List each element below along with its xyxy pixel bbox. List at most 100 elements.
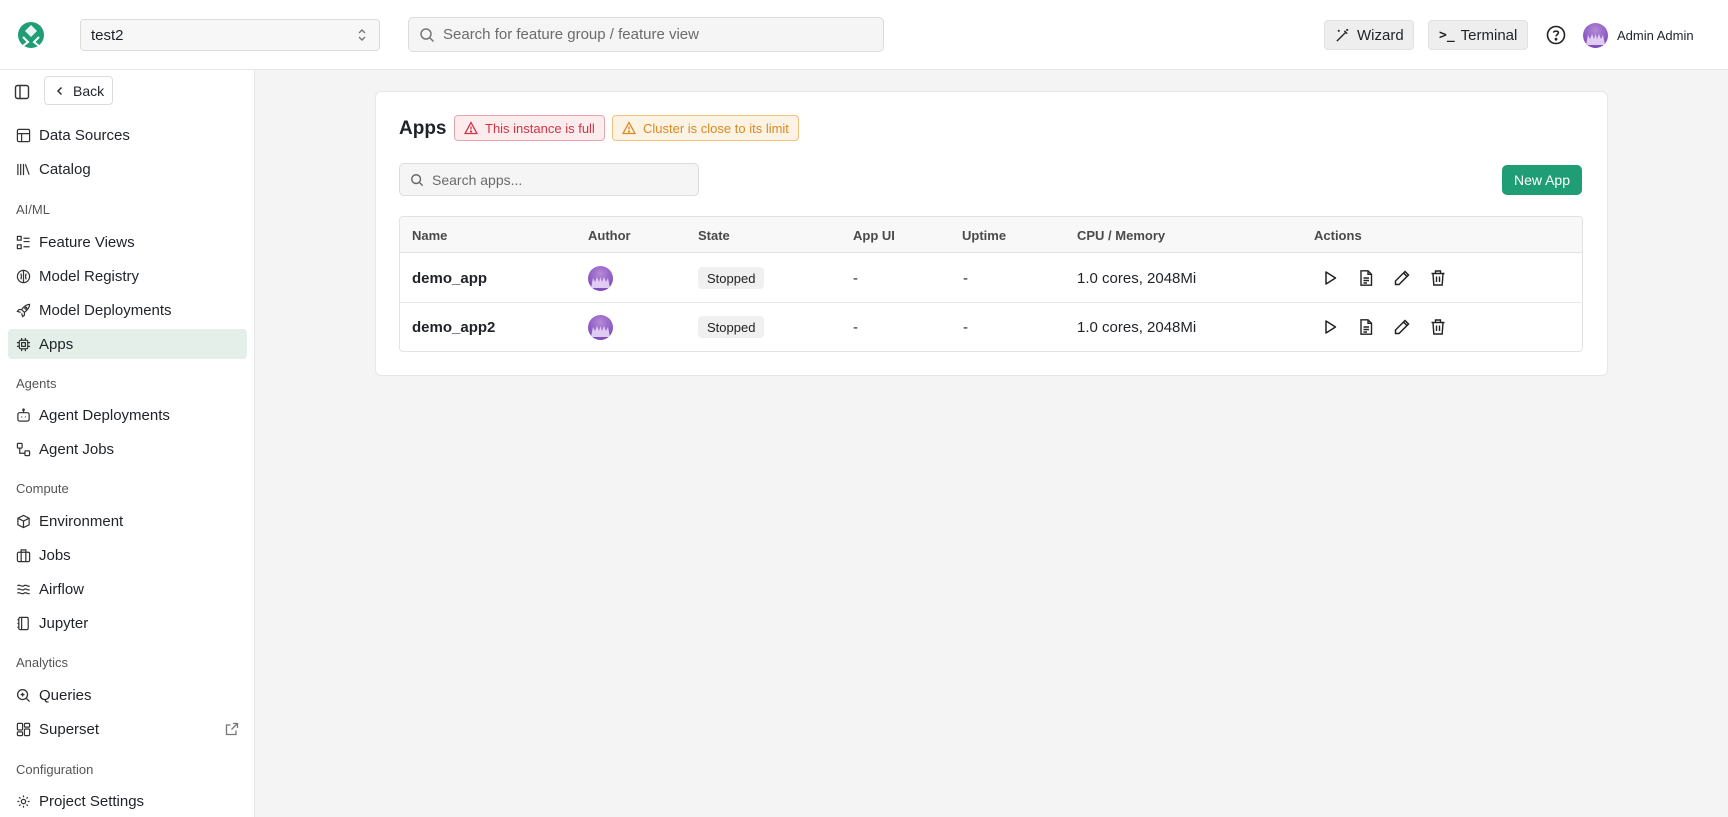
instance-full-text: This instance is full bbox=[485, 120, 595, 136]
column-header-uptime[interactable]: Uptime bbox=[962, 228, 1006, 243]
column-header-state[interactable]: State bbox=[698, 228, 730, 243]
sidebar-item-model-deployments[interactable]: Model Deployments bbox=[8, 295, 247, 325]
briefcase-icon bbox=[16, 548, 31, 563]
sidebar-item-label: Feature Views bbox=[39, 233, 135, 251]
column-header-app-ui[interactable]: App UI bbox=[853, 228, 895, 243]
search-icon bbox=[419, 27, 435, 43]
brain-icon bbox=[16, 269, 31, 284]
new-app-button[interactable]: New App bbox=[1502, 165, 1582, 195]
project-name: test2 bbox=[91, 26, 124, 44]
help-icon[interactable] bbox=[1546, 25, 1566, 45]
cpu-memory-value: 1.0 cores, 2048Mi bbox=[1077, 319, 1197, 336]
sidebar-item-project-settings[interactable]: Project Settings bbox=[8, 786, 247, 816]
trash-icon[interactable] bbox=[1429, 269, 1447, 287]
status-badge: Stopped bbox=[698, 267, 765, 289]
author-avatar-cell bbox=[588, 266, 613, 295]
sidebar-item-label: Catalog bbox=[39, 160, 91, 178]
terminal-label: Terminal bbox=[1460, 26, 1518, 44]
top-bar: test2 Wizard >_ Terminal Admin Admin bbox=[0, 0, 1728, 70]
play-icon[interactable] bbox=[1321, 318, 1339, 336]
sidebar-item-label: Model Deployments bbox=[39, 301, 172, 319]
sidebar-item-jobs[interactable]: Jobs bbox=[8, 540, 247, 570]
wind-icon bbox=[16, 582, 31, 597]
sidebar-item-agent-jobs[interactable]: Agent Jobs bbox=[8, 434, 247, 464]
wizard-button[interactable]: Wizard bbox=[1324, 20, 1414, 50]
trash-icon[interactable] bbox=[1429, 318, 1447, 336]
logs-icon[interactable] bbox=[1357, 269, 1375, 287]
hopsworks-logo[interactable] bbox=[17, 21, 45, 49]
back-button[interactable]: Back bbox=[44, 76, 113, 105]
warning-triangle-icon bbox=[464, 121, 478, 135]
sidebar-item-label: Agent Deployments bbox=[39, 406, 170, 424]
sidebar-item-superset[interactable]: Superset bbox=[8, 714, 247, 744]
sidebar: Back Data Sources Catalog AI/ML Feature … bbox=[0, 70, 255, 817]
uptime-value: - bbox=[963, 270, 968, 287]
edit-icon[interactable] bbox=[1393, 318, 1411, 336]
chevron-up-down-icon bbox=[355, 28, 369, 42]
sidebar-toggle-icon[interactable] bbox=[14, 84, 30, 100]
terminal-icon: >_ bbox=[1439, 27, 1455, 43]
sidebar-item-airflow[interactable]: Airflow bbox=[8, 574, 247, 604]
sidebar-item-label: Airflow bbox=[39, 580, 85, 598]
logs-icon[interactable] bbox=[1357, 318, 1375, 336]
section-label-compute: Compute bbox=[16, 481, 69, 496]
sidebar-item-queries[interactable]: Queries bbox=[8, 680, 247, 710]
sidebar-item-agent-deployments[interactable]: Agent Deployments bbox=[8, 400, 247, 430]
global-search[interactable] bbox=[408, 17, 884, 52]
sidebar-item-jupyter[interactable]: Jupyter bbox=[8, 608, 247, 638]
library-icon bbox=[16, 162, 31, 177]
notebook-icon bbox=[16, 616, 31, 631]
section-label-configuration: Configuration bbox=[16, 762, 94, 777]
sidebar-item-environment[interactable]: Environment bbox=[8, 506, 247, 536]
avatar bbox=[588, 315, 613, 340]
section-label-agents: Agents bbox=[16, 376, 57, 391]
cluster-limit-text: Cluster is close to its limit bbox=[643, 120, 789, 136]
app-name[interactable]: demo_app bbox=[412, 270, 487, 287]
page-title: Apps bbox=[399, 118, 447, 139]
sidebar-item-label: Project Settings bbox=[39, 792, 145, 810]
sidebar-item-label: Data Sources bbox=[39, 126, 130, 144]
terminal-button[interactable]: >_ Terminal bbox=[1428, 20, 1528, 50]
magic-wand-icon bbox=[1335, 28, 1350, 43]
search-zoom-icon bbox=[16, 688, 31, 703]
apps-search-input[interactable] bbox=[432, 171, 688, 188]
search-icon bbox=[410, 173, 424, 187]
column-header-name[interactable]: Name bbox=[412, 228, 447, 243]
instance-full-badge: This instance is full bbox=[454, 115, 605, 141]
external-link-icon[interactable] bbox=[225, 722, 239, 736]
column-header-author[interactable]: Author bbox=[588, 228, 631, 243]
sidebar-item-label: Jupyter bbox=[39, 614, 89, 632]
project-selector[interactable]: test2 bbox=[80, 19, 380, 51]
play-icon[interactable] bbox=[1321, 269, 1339, 287]
status-badge: Stopped bbox=[698, 316, 765, 338]
wizard-label: Wizard bbox=[1357, 26, 1404, 44]
sidebar-item-label: Superset bbox=[39, 720, 100, 738]
section-label-aiml: AI/ML bbox=[16, 202, 50, 217]
column-header-cpu-memory[interactable]: CPU / Memory bbox=[1077, 228, 1165, 243]
sidebar-item-label: Model Registry bbox=[39, 267, 140, 285]
author-avatar-cell bbox=[588, 315, 613, 344]
edit-icon[interactable] bbox=[1393, 269, 1411, 287]
table-row[interactable]: demo_app2 Stopped - - 1.0 cores, 2048Mi bbox=[400, 303, 1582, 351]
avatar bbox=[1583, 22, 1608, 48]
table-row[interactable]: demo_app Stopped - - 1.0 cores, 2048Mi bbox=[400, 254, 1582, 303]
user-menu[interactable]: Admin Admin bbox=[1583, 22, 1694, 48]
sidebar-item-data-sources[interactable]: Data Sources bbox=[8, 120, 247, 150]
cluster-limit-badge: Cluster is close to its limit bbox=[612, 115, 799, 141]
global-search-input[interactable] bbox=[443, 26, 873, 43]
sidebar-item-label: Apps bbox=[39, 335, 74, 353]
column-header-actions: Actions bbox=[1314, 228, 1362, 243]
apps-search[interactable] bbox=[399, 163, 699, 196]
sidebar-item-label: Queries bbox=[39, 686, 92, 704]
bot-icon bbox=[16, 407, 31, 423]
chip-icon bbox=[16, 337, 31, 352]
app-name[interactable]: demo_app2 bbox=[412, 319, 495, 336]
dashboard-icon bbox=[16, 722, 31, 737]
sidebar-item-catalog[interactable]: Catalog bbox=[8, 154, 247, 184]
sidebar-item-label: Environment bbox=[39, 512, 124, 530]
cpu-memory-value: 1.0 cores, 2048Mi bbox=[1077, 270, 1197, 287]
sidebar-item-apps[interactable]: Apps bbox=[8, 329, 247, 359]
cube-icon bbox=[16, 514, 31, 529]
sidebar-item-model-registry[interactable]: Model Registry bbox=[8, 261, 247, 291]
sidebar-item-feature-views[interactable]: Feature Views bbox=[8, 227, 247, 257]
